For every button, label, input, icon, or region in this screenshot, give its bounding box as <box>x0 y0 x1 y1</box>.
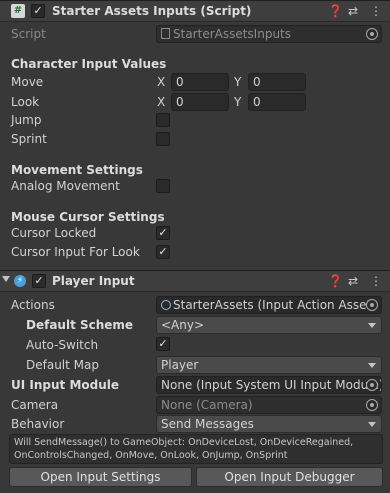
jump-label: Jump <box>11 113 42 127</box>
object-picker-icon[interactable] <box>366 379 378 391</box>
sprint-label: Sprint <box>11 132 47 146</box>
auto-switch-checkbox[interactable]: ✓ <box>156 337 170 351</box>
movement-settings-header: Movement Settings <box>11 163 143 177</box>
default-map-dropdown[interactable]: Player <box>156 356 382 374</box>
player-input-icon: ⚡ <box>14 275 26 287</box>
actions-value: StarterAssets (Input Action Asset) <box>173 298 376 312</box>
behavior-label: Behavior <box>11 417 65 431</box>
mouse-cursor-header: Mouse Cursor Settings <box>11 210 165 224</box>
preset-icon[interactable]: ⇄ <box>348 4 358 18</box>
context-menu-icon[interactable]: ⋮ <box>370 4 382 18</box>
script-field[interactable]: StarterAssetsInputs <box>156 25 382 43</box>
auto-switch-label: Auto-Switch <box>26 338 99 352</box>
preset-icon[interactable]: ⇄ <box>348 274 358 288</box>
object-picker-icon[interactable] <box>366 299 378 311</box>
object-picker-icon[interactable] <box>366 399 378 411</box>
default-scheme-value: <Any> <box>161 318 205 332</box>
open-input-settings-button[interactable]: Open Input Settings <box>9 467 192 487</box>
input-action-asset-icon <box>161 300 171 310</box>
behavior-help-box: Will SendMessage() to GameObject: OnDevi… <box>9 434 383 464</box>
default-scheme-label: Default Scheme <box>26 318 134 332</box>
analog-movement-label: Analog Movement <box>11 179 120 193</box>
player-input-header[interactable]: ⚡ ✓ Player Input ❓ ⇄ ⋮ <box>0 270 390 292</box>
behavior-dropdown[interactable]: Send Messages <box>156 415 382 433</box>
cursor-input-look-checkbox[interactable]: ✓ <box>156 245 170 259</box>
actions-label: Actions <box>11 298 55 312</box>
move-label: Move <box>11 75 44 89</box>
move-y-input[interactable]: 0 <box>248 73 306 91</box>
context-menu-icon[interactable]: ⋮ <box>370 274 382 288</box>
ui-input-module-field[interactable]: None (Input System UI Input Module) <box>156 376 382 394</box>
ui-input-module-label: UI Input Module <box>11 378 120 392</box>
default-map-value: Player <box>161 358 199 372</box>
default-map-label: Default Map <box>26 358 99 372</box>
sprint-checkbox[interactable] <box>156 132 170 146</box>
camera-label: Camera <box>11 398 59 412</box>
character-input-header: Character Input Values <box>11 57 167 71</box>
default-scheme-dropdown[interactable]: <Any> <box>156 316 382 334</box>
collapse-arrow-icon[interactable] <box>2 276 10 282</box>
help-icon[interactable]: ❓ <box>328 274 343 288</box>
starter-assets-header[interactable]: # ✓ Starter Assets Inputs (Script) ❓ ⇄ ⋮ <box>0 0 390 22</box>
dropdown-arrow-icon <box>368 363 376 368</box>
dropdown-arrow-icon <box>368 323 376 328</box>
script-label: Script <box>11 27 46 41</box>
script-icon: # <box>11 4 25 18</box>
open-input-debugger-button[interactable]: Open Input Debugger <box>196 467 383 487</box>
player-input-enabled-checkbox[interactable]: ✓ <box>32 274 46 288</box>
look-x-input[interactable]: 0 <box>171 93 229 111</box>
object-picker-icon[interactable] <box>366 28 378 40</box>
jump-checkbox[interactable] <box>156 113 170 127</box>
ui-input-module-value: None (Input System UI Input Module) <box>161 378 382 392</box>
starter-assets-title: Starter Assets Inputs (Script) <box>52 4 252 18</box>
move-x-label: X <box>157 75 166 89</box>
look-y-input[interactable]: 0 <box>248 93 306 111</box>
actions-field[interactable]: StarterAssets (Input Action Asset) <box>156 296 382 314</box>
cursor-locked-label: Cursor Locked <box>11 226 97 240</box>
move-x-input[interactable]: 0 <box>171 73 229 91</box>
analog-movement-checkbox[interactable] <box>156 179 170 193</box>
player-input-title: Player Input <box>52 274 135 288</box>
look-label: Look <box>11 95 40 109</box>
camera-field[interactable]: None (Camera) <box>156 396 382 414</box>
behavior-value: Send Messages <box>161 417 254 431</box>
help-icon[interactable]: ❓ <box>328 4 343 18</box>
look-y-label: Y <box>234 95 242 109</box>
script-file-icon <box>161 28 170 39</box>
move-y-label: Y <box>234 75 242 89</box>
cursor-locked-checkbox[interactable]: ✓ <box>156 226 170 240</box>
script-value: StarterAssetsInputs <box>173 27 292 41</box>
starter-enabled-checkbox[interactable]: ✓ <box>31 4 45 18</box>
dropdown-arrow-icon <box>368 422 376 427</box>
cursor-input-look-label: Cursor Input For Look <box>11 245 140 259</box>
camera-value: None (Camera) <box>161 398 253 412</box>
look-x-label: X <box>157 95 166 109</box>
